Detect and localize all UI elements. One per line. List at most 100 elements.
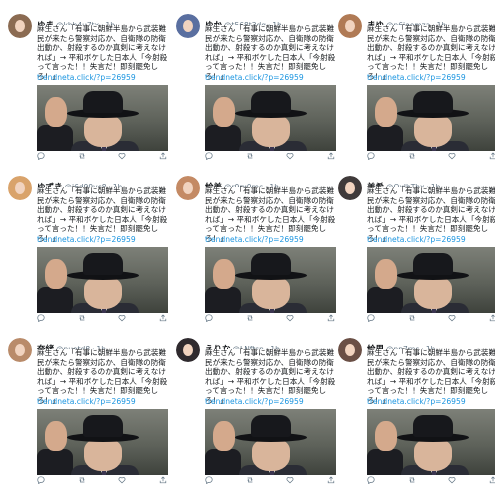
tweet-photo[interactable] [367, 247, 495, 313]
reply-icon[interactable] [367, 152, 375, 160]
tweet-card[interactable]: ゆずき@j6d99yc8·1h 麻生さん「有事に朝鮮半島から武装難民が来たら警察… [8, 172, 168, 322]
retweet-icon[interactable] [78, 314, 86, 322]
avatar-face [345, 182, 355, 194]
tweet-link[interactable]: trendneta.click/?p=26959 [37, 73, 136, 82]
tweet-actions [37, 476, 167, 484]
avatar[interactable] [8, 338, 32, 362]
retweet-icon[interactable] [246, 476, 254, 484]
tweet-card[interactable]: 美希@OxlhThx·1h 麻生さん「有事に朝鮮半島から武装難民が来たら警察対応… [338, 172, 495, 322]
tweet-actions [367, 476, 495, 484]
retweet-icon[interactable] [408, 476, 416, 484]
share-icon[interactable] [489, 314, 495, 322]
reply-icon[interactable] [205, 314, 213, 322]
avatar[interactable] [338, 14, 362, 38]
reply-icon[interactable] [37, 314, 45, 322]
photo-background-person-head [375, 97, 397, 127]
retweet-icon[interactable] [408, 152, 416, 160]
tweet-card[interactable]: 絵美@r9rx0rec·1h 麻生さん「有事に朝鮮半島から武装難民が来たら警察対… [176, 172, 336, 322]
share-icon[interactable] [159, 476, 167, 484]
tweet-link[interactable]: trendneta.click/?p=26959 [367, 73, 466, 82]
tweet-link[interactable]: trendneta.click/?p=26959 [37, 235, 136, 244]
tweet-card[interactable]: ゆか@t568t3dg·1h 麻生さん「有事に朝鮮半島から武装難民が来たら警察対… [176, 10, 336, 160]
like-icon[interactable] [448, 476, 456, 484]
retweet-icon[interactable] [78, 476, 86, 484]
avatar-face [345, 344, 355, 356]
tweet-card[interactable]: えりな@LNftsn·1h 麻生さん「有事に朝鮮半島から武装難民が来たら警察対応… [176, 334, 336, 484]
like-icon[interactable] [448, 314, 456, 322]
tweet-photo[interactable] [205, 247, 336, 313]
share-icon[interactable] [327, 476, 335, 484]
tweet-actions [37, 152, 167, 160]
tweet-photo[interactable] [205, 409, 336, 475]
avatar[interactable] [176, 338, 200, 362]
tweet-card[interactable]: ゆま@kbh4u7tx·1h 麻生さん「有事に朝鮮半島から武装難民が来たら警察対… [8, 10, 168, 160]
avatar[interactable] [176, 14, 200, 38]
retweet-icon[interactable] [408, 314, 416, 322]
like-icon[interactable] [286, 476, 294, 484]
tweet-link[interactable]: trendneta.click/?p=26959 [205, 397, 304, 406]
retweet-icon[interactable] [246, 314, 254, 322]
share-icon[interactable] [159, 152, 167, 160]
tweet-actions [367, 152, 495, 160]
reply-icon[interactable] [367, 314, 375, 322]
avatar-face [183, 344, 193, 356]
reply-icon[interactable] [367, 476, 375, 484]
photo-hat-crown [251, 253, 291, 275]
photo-face [84, 115, 122, 147]
photo-background-person-body [367, 125, 403, 151]
retweet-icon[interactable] [246, 152, 254, 160]
tweet-photo[interactable] [205, 85, 336, 151]
tweet-link[interactable]: trendneta.click/?p=26959 [367, 235, 466, 244]
retweet-icon[interactable] [78, 152, 86, 160]
tweet-link[interactable]: trendneta.click/?p=26959 [37, 397, 136, 406]
photo-hat-crown [83, 91, 123, 113]
like-icon[interactable] [118, 152, 126, 160]
share-icon[interactable] [159, 314, 167, 322]
tweet-card[interactable]: 絵里@np7rns·1h 麻生さん「有事に朝鮮半島から武装難民が来たら警察対応か… [338, 334, 495, 484]
photo-face [252, 277, 290, 309]
avatar-face [15, 344, 25, 356]
share-icon[interactable] [327, 152, 335, 160]
photo-background-person-body [367, 449, 403, 475]
photo-face [84, 439, 122, 471]
photo-background-person-body [205, 125, 241, 151]
avatar[interactable] [8, 14, 32, 38]
tweet-photo[interactable] [37, 247, 168, 313]
tweet-photo[interactable] [367, 85, 495, 151]
tweet-link[interactable]: trendneta.click/?p=26959 [367, 397, 466, 406]
tweet-link[interactable]: trendneta.click/?p=26959 [205, 235, 304, 244]
photo-background-person-body [205, 449, 241, 475]
tweet-card[interactable]: 奈緒@nuotd8·1h 麻生さん「有事に朝鮮半島から武装難民が来たら警察対応か… [8, 334, 168, 484]
tweet-photo[interactable] [37, 409, 168, 475]
photo-background-person-body [37, 449, 73, 475]
like-icon[interactable] [286, 152, 294, 160]
like-icon[interactable] [118, 314, 126, 322]
avatar[interactable] [176, 176, 200, 200]
share-icon[interactable] [327, 314, 335, 322]
share-icon[interactable] [489, 152, 495, 160]
photo-background-person-head [213, 259, 235, 289]
share-icon[interactable] [489, 476, 495, 484]
like-icon[interactable] [286, 314, 294, 322]
photo-face [414, 277, 452, 309]
avatar[interactable] [338, 338, 362, 362]
like-icon[interactable] [118, 476, 126, 484]
photo-background-person-head [45, 97, 67, 127]
tweet-photo[interactable] [37, 85, 168, 151]
reply-icon[interactable] [37, 476, 45, 484]
avatar[interactable] [8, 176, 32, 200]
avatar[interactable] [338, 176, 362, 200]
photo-background-person-body [37, 287, 73, 313]
photo-background-person-head [45, 421, 67, 451]
reply-icon[interactable] [205, 152, 213, 160]
photo-background-person-head [213, 97, 235, 127]
tweet-link[interactable]: trendneta.click/?p=26959 [205, 73, 304, 82]
tweet-card[interactable]: まゆ@n6ioemza·1h 麻生さん「有事に朝鮮半島から武装難民が来たら警察対… [338, 10, 495, 160]
photo-hat-crown [251, 415, 291, 437]
tweet-photo[interactable] [367, 409, 495, 475]
tweet-actions [205, 152, 335, 160]
reply-icon[interactable] [37, 152, 45, 160]
photo-hat-crown [413, 253, 453, 275]
reply-icon[interactable] [205, 476, 213, 484]
like-icon[interactable] [448, 152, 456, 160]
